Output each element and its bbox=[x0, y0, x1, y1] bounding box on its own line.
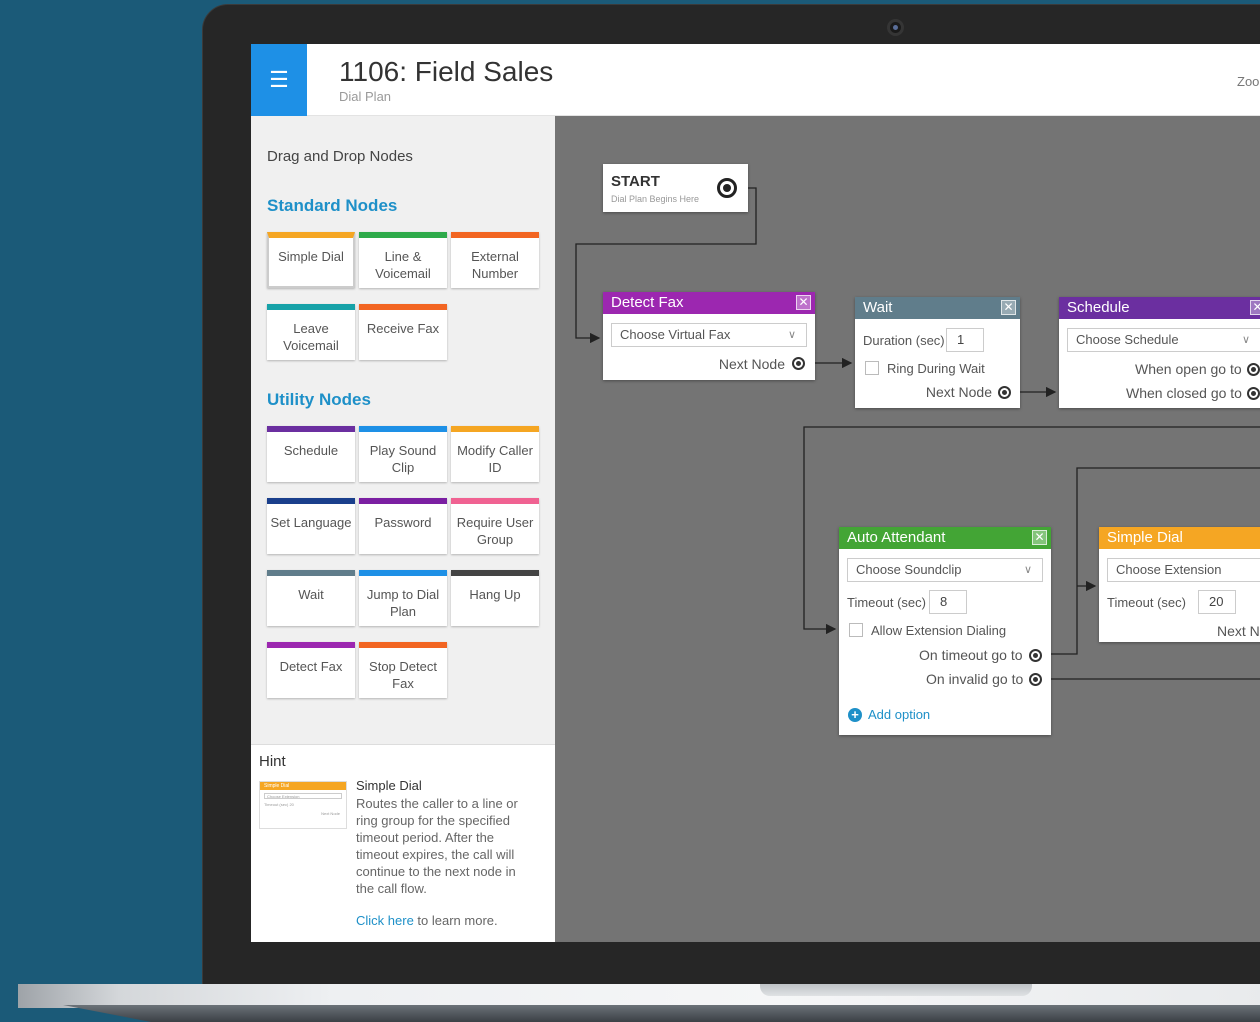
auto-attendant-header: Auto Attendant ✕ bbox=[839, 527, 1051, 549]
flow-canvas[interactable]: START Dial Plan Begins Here Detect Fax ✕ … bbox=[555, 116, 1260, 942]
ring-during-wait-label: Ring During Wait bbox=[887, 361, 985, 376]
standard-nodes-title: Standard Nodes bbox=[267, 196, 398, 215]
palette-node-stop-detect-fax[interactable]: Stop Detect Fax bbox=[359, 642, 447, 698]
virtual-fax-select[interactable]: Choose Virtual Fax ∨ bbox=[611, 323, 807, 347]
when-open-label: When open go to bbox=[1135, 361, 1242, 377]
webcam-icon bbox=[887, 19, 904, 36]
zoom-control[interactable]: Zoo bbox=[1237, 74, 1259, 89]
start-output-port[interactable] bbox=[717, 178, 737, 198]
detect-fax-header: Detect Fax ✕ bbox=[603, 292, 815, 314]
palette-node-require-user-group[interactable]: Require User Group bbox=[451, 498, 539, 554]
thumb-next: Next Node bbox=[321, 811, 340, 816]
learn-more-link[interactable]: Click here bbox=[356, 913, 414, 928]
detect-fax-output-port[interactable] bbox=[792, 357, 805, 370]
palette-node-leave-voicemail[interactable]: Leave Voicemail bbox=[267, 304, 355, 360]
laptop-base-lip bbox=[63, 1005, 1260, 1022]
wait-next-label: Next Node bbox=[925, 384, 992, 400]
wait-node[interactable]: Wait ✕ Duration (sec) 1 Ring During Wait … bbox=[855, 297, 1020, 408]
start-node[interactable]: START Dial Plan Begins Here bbox=[603, 164, 748, 212]
laptop-base bbox=[18, 984, 1260, 1008]
when-closed-port[interactable] bbox=[1247, 387, 1260, 400]
palette-node-password[interactable]: Password bbox=[359, 498, 447, 554]
start-subtitle: Dial Plan Begins Here bbox=[611, 194, 700, 204]
hint-body: Routes the caller to a line or ring grou… bbox=[356, 796, 518, 896]
plus-icon: + bbox=[848, 708, 862, 722]
detect-fax-next-label: Next Node bbox=[718, 356, 785, 372]
palette-heading: Drag and Drop Nodes bbox=[267, 148, 413, 165]
on-timeout-label: On timeout go to bbox=[919, 647, 1023, 663]
palette-node-modify-caller-id[interactable]: Modify Caller ID bbox=[451, 426, 539, 482]
simple-dial-header: Simple Dial bbox=[1099, 527, 1260, 549]
thumb-timeout: Timeout (sec) 20 bbox=[264, 802, 294, 807]
allow-extension-label: Allow Extension Dialing bbox=[871, 623, 1007, 638]
duration-label: Duration (sec) bbox=[863, 333, 945, 348]
hint-panel: Hint Simple Dial Choose Extension Timeou… bbox=[251, 744, 555, 942]
palette-node-set-language[interactable]: Set Language bbox=[267, 498, 355, 554]
hint-thumbnail: Simple Dial Choose Extension Timeout (se… bbox=[259, 781, 347, 829]
when-open-port[interactable] bbox=[1247, 363, 1260, 376]
palette-node-external-number[interactable]: External Number bbox=[451, 232, 539, 288]
extension-select[interactable]: Choose Extension bbox=[1107, 558, 1260, 582]
add-option-button[interactable]: + Add option bbox=[848, 707, 930, 722]
chevron-down-icon: ∨ bbox=[1023, 564, 1032, 576]
palette-node-jump-to-dial-plan[interactable]: Jump to Dial Plan bbox=[359, 570, 447, 626]
close-icon[interactable]: ✕ bbox=[796, 295, 811, 310]
on-invalid-label: On invalid go to bbox=[926, 671, 1024, 687]
page-title: 1106: Field Sales bbox=[339, 56, 554, 87]
duration-input[interactable]: 1 bbox=[946, 328, 984, 352]
ring-during-wait-checkbox[interactable] bbox=[865, 361, 879, 375]
hint-heading: Hint bbox=[259, 753, 286, 770]
allow-extension-checkbox[interactable] bbox=[849, 623, 863, 637]
chevron-down-icon: ∨ bbox=[1241, 334, 1250, 346]
app-header: ☰ 1106: Field Sales Dial Plan Zoo bbox=[251, 44, 1260, 116]
palette-node-simple-dial[interactable]: Simple Dial bbox=[267, 232, 355, 288]
sd-timeout-input[interactable]: 20 bbox=[1198, 590, 1236, 614]
page-subtitle: Dial Plan bbox=[339, 89, 392, 104]
close-icon[interactable]: ✕ bbox=[1250, 300, 1260, 315]
schedule-select[interactable]: Choose Schedule ∨ bbox=[1067, 328, 1260, 352]
utility-nodes-title: Utility Nodes bbox=[267, 390, 371, 409]
palette-node-receive-fax[interactable]: Receive Fax bbox=[359, 304, 447, 360]
aa-timeout-input[interactable]: 8 bbox=[929, 590, 967, 614]
soundclip-select[interactable]: Choose Soundclip ∨ bbox=[847, 558, 1043, 582]
app-screen: ☰ 1106: Field Sales Dial Plan Zoo Drag a… bbox=[251, 44, 1260, 942]
chevron-down-icon: ∨ bbox=[787, 329, 796, 341]
palette-node-line-voicemail[interactable]: Line & Voicemail bbox=[359, 232, 447, 288]
sd-timeout-label: Timeout (sec) bbox=[1107, 595, 1186, 610]
wait-output-port[interactable] bbox=[998, 386, 1011, 399]
detect-fax-node[interactable]: Detect Fax ✕ Choose Virtual Fax ∨ Next Nod… bbox=[603, 292, 815, 380]
wait-header: Wait ✕ bbox=[855, 297, 1020, 319]
sd-next-label: Next N bbox=[1217, 623, 1260, 639]
palette-node-detect-fax[interactable]: Detect Fax bbox=[267, 642, 355, 698]
simple-dial-node[interactable]: Simple Dial Choose Extension Timeout (se… bbox=[1099, 527, 1260, 642]
auto-attendant-node[interactable]: Auto Attendant ✕ Choose Soundclip ∨ Timeou… bbox=[839, 527, 1051, 735]
close-icon[interactable]: ✕ bbox=[1032, 530, 1047, 545]
on-invalid-port[interactable] bbox=[1029, 673, 1042, 686]
hint-title: Simple Dial bbox=[356, 778, 422, 793]
close-icon[interactable]: ✕ bbox=[1001, 300, 1016, 315]
palette-node-wait[interactable]: Wait bbox=[267, 570, 355, 626]
start-title: START bbox=[611, 173, 660, 190]
on-timeout-port[interactable] bbox=[1029, 649, 1042, 662]
node-palette: Drag and Drop Nodes Standard Nodes Simpl… bbox=[251, 116, 555, 744]
hamburger-icon[interactable]: ☰ bbox=[251, 44, 307, 116]
palette-node-schedule[interactable]: Schedule bbox=[267, 426, 355, 482]
schedule-node[interactable]: Schedule ✕ Choose Schedule ∨ When open go … bbox=[1059, 297, 1260, 408]
thumb-field: Choose Extension bbox=[264, 793, 342, 799]
schedule-header: Schedule ✕ bbox=[1059, 297, 1260, 319]
aa-timeout-label: Timeout (sec) bbox=[847, 595, 926, 610]
laptop-notch bbox=[760, 984, 1032, 996]
thumb-header: Simple Dial bbox=[260, 782, 346, 790]
palette-node-play-sound-clip[interactable]: Play Sound Clip bbox=[359, 426, 447, 482]
when-closed-label: When closed go to bbox=[1126, 385, 1242, 401]
palette-node-hang-up[interactable]: Hang Up bbox=[451, 570, 539, 626]
hint-learn-more: Click here to learn more. bbox=[356, 913, 498, 928]
